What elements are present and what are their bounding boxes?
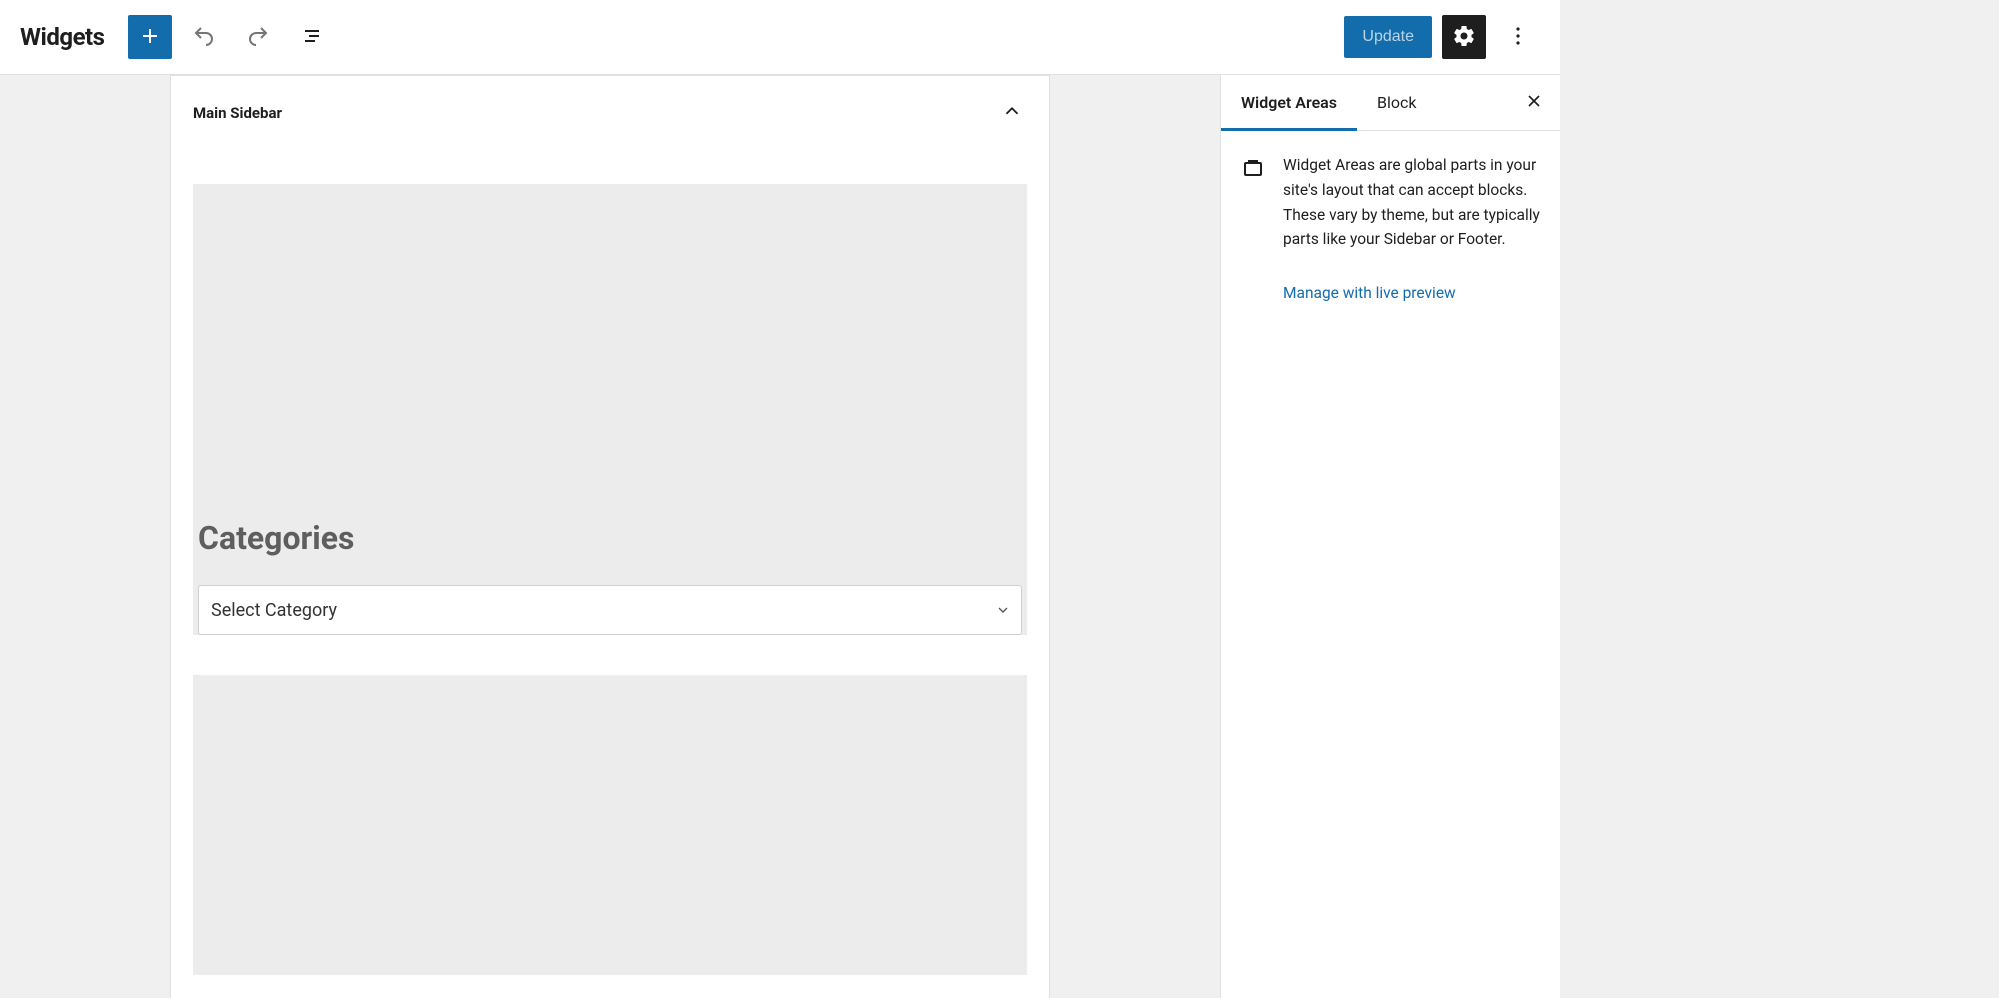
add-block-button[interactable] xyxy=(128,15,172,59)
collapse-button[interactable] xyxy=(997,96,1027,130)
update-button[interactable]: Update xyxy=(1344,16,1432,58)
close-sidebar-button[interactable] xyxy=(1518,87,1550,119)
widget-block-categories[interactable]: Categories Select Category xyxy=(193,184,1027,635)
undo-button[interactable] xyxy=(182,15,226,59)
tab-block[interactable]: Block xyxy=(1357,75,1436,130)
body-area: Main Sidebar Categories Select Catego xyxy=(0,75,1560,998)
document-overview-button[interactable] xyxy=(290,15,334,59)
widget-areas-icon xyxy=(1241,153,1265,302)
widget-block-spacer xyxy=(193,184,1027,519)
category-select[interactable]: Select Category xyxy=(198,585,1022,635)
editor-header: Widgets Update xyxy=(0,0,1560,75)
page-title: Widgets xyxy=(20,23,104,51)
more-vertical-icon xyxy=(1506,24,1530,51)
undo-icon xyxy=(192,24,216,51)
widget-area-title: Main Sidebar xyxy=(193,104,282,122)
redo-icon xyxy=(246,24,270,51)
list-view-icon xyxy=(300,24,324,51)
header-right-group: Update xyxy=(1344,15,1540,59)
tab-widget-areas[interactable]: Widget Areas xyxy=(1221,75,1357,130)
header-left-group: Widgets xyxy=(20,15,334,59)
settings-sidebar: Widget Areas Block Widget Areas are glob… xyxy=(1220,75,1560,998)
widget-block-next[interactable] xyxy=(193,675,1027,975)
widget-area-header[interactable]: Main Sidebar xyxy=(171,76,1049,144)
manage-live-preview-link[interactable]: Manage with live preview xyxy=(1283,284,1540,302)
plus-icon xyxy=(138,24,162,51)
widget-area-panel: Main Sidebar Categories Select Catego xyxy=(170,75,1050,998)
settings-button[interactable] xyxy=(1442,15,1486,59)
gear-icon xyxy=(1452,24,1476,51)
sidebar-description: Widget Areas are global parts in your si… xyxy=(1283,153,1540,252)
widget-area-body: Categories Select Category xyxy=(171,144,1049,997)
sidebar-content: Widget Areas are global parts in your si… xyxy=(1221,131,1560,324)
categories-heading: Categories xyxy=(198,519,1022,557)
redo-button[interactable] xyxy=(236,15,280,59)
chevron-up-icon xyxy=(1001,111,1023,126)
category-select-value: Select Category xyxy=(211,600,337,621)
options-button[interactable] xyxy=(1496,15,1540,59)
sidebar-tabs: Widget Areas Block xyxy=(1221,75,1560,131)
editor-canvas[interactable]: Main Sidebar Categories Select Catego xyxy=(0,75,1220,998)
close-icon xyxy=(1524,91,1544,115)
